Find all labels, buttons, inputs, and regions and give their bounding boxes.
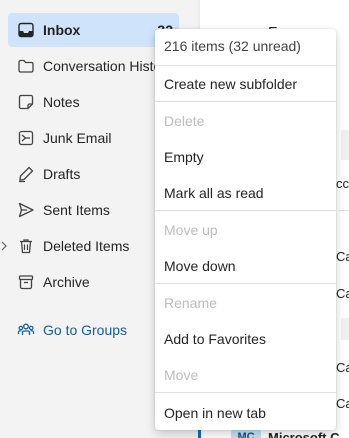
folder-label: Notes <box>43 94 80 110</box>
groups-link-label: Go to Groups <box>43 322 128 338</box>
menu-divider <box>155 210 336 211</box>
menu-item-move-up: Move up <box>164 222 218 238</box>
folder-sent-items[interactable]: Sent Items <box>8 193 179 227</box>
folder-icon <box>18 59 34 73</box>
sent-icon <box>18 202 34 218</box>
folder-deleted-items[interactable]: Deleted Items <box>8 229 179 263</box>
row-divider <box>339 210 349 211</box>
folder-label: Junk Email <box>43 130 112 146</box>
message-row-fragment[interactable]: cc <box>336 176 349 191</box>
folder-label: Drafts <box>43 166 81 182</box>
menu-item-empty[interactable]: Empty <box>155 141 336 173</box>
sender-avatar: MC <box>231 429 261 438</box>
folder-inbox[interactable]: Inbox 32 <box>8 13 179 47</box>
sender-name: Microsoft C <box>268 430 340 438</box>
drafts-icon <box>19 166 34 183</box>
message-row-fragment[interactable]: Ca <box>336 396 349 411</box>
folder-drafts[interactable]: Drafts <box>8 157 179 191</box>
archive-icon <box>18 275 34 290</box>
folder-notes[interactable]: Notes <box>8 85 179 119</box>
folder-label: Deleted Items <box>43 238 130 254</box>
menu-item-add-to-favorites[interactable]: Add to Favorites <box>155 323 336 355</box>
menu-item-open-new-tab[interactable]: Open in new tab <box>155 397 336 429</box>
menu-divider <box>155 283 336 284</box>
menu-item-mark-all-read[interactable]: Mark all as read <box>155 177 336 209</box>
list-section-band <box>341 130 349 160</box>
menu-header-item-count: 216 items (32 unread) <box>164 38 301 54</box>
message-row-fragment[interactable]: Ca <box>336 249 349 264</box>
folder-label: Sent Items <box>43 202 110 218</box>
trash-icon <box>20 239 32 254</box>
folder-archive[interactable]: Archive <box>8 265 179 299</box>
menu-item-create-subfolder[interactable]: Create new subfolder <box>155 68 336 100</box>
menu-item-rename: Rename <box>164 295 217 311</box>
folder-label: Conversation History <box>43 58 173 74</box>
folder-junk-email[interactable]: Junk Email <box>8 121 179 155</box>
message-row-fragment[interactable]: Ca <box>336 360 349 375</box>
menu-divider <box>155 101 336 102</box>
chevron-right-icon[interactable] <box>0 240 8 252</box>
folder-context-menu: 216 items (32 unread) Create new subfold… <box>155 29 336 430</box>
junk-icon <box>18 130 34 146</box>
menu-divider <box>155 392 336 393</box>
folder-label: Inbox <box>43 22 81 38</box>
groups-icon <box>17 323 35 335</box>
menu-divider <box>155 65 336 66</box>
menu-item-delete: Delete <box>164 113 205 129</box>
menu-item-move: Move <box>164 367 199 383</box>
menu-item-move-down[interactable]: Move down <box>155 250 336 282</box>
notes-icon <box>18 94 34 110</box>
list-section-band <box>341 318 349 340</box>
folder-label: Archive <box>43 274 90 290</box>
folder-conversation-history[interactable]: Conversation History <box>8 49 179 83</box>
go-to-groups-link[interactable]: Go to Groups <box>8 313 179 347</box>
message-row-fragment[interactable]: Ca <box>336 286 349 301</box>
inbox-icon <box>18 22 34 38</box>
